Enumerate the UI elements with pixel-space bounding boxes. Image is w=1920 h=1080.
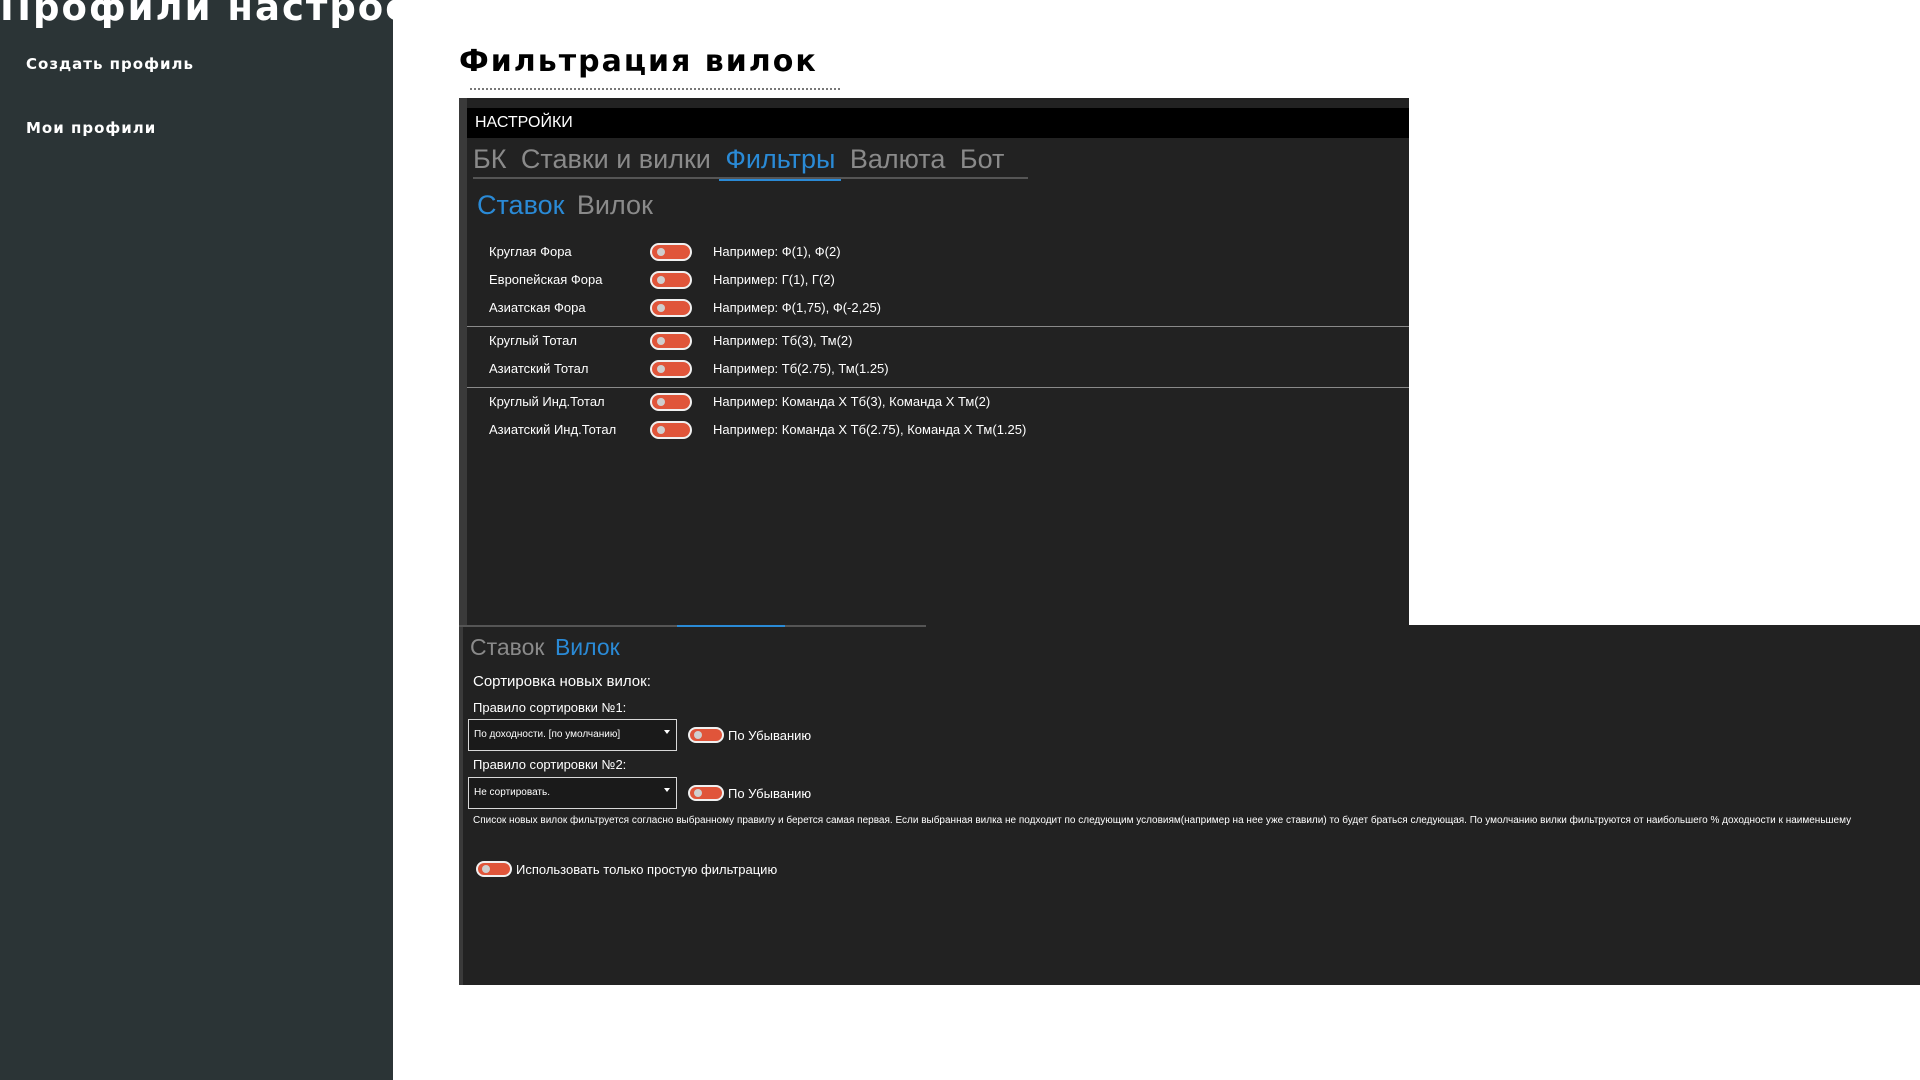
group-divider [467, 387, 1409, 388]
panel-edge [459, 625, 463, 985]
filter-toggle[interactable] [650, 299, 692, 317]
page-heading: Фильтрация вилок [459, 44, 818, 79]
filter-label: Круглый Тотал [489, 333, 577, 348]
subtab-stakes[interactable]: Ставок [477, 190, 564, 221]
tab-stakes-and-forks[interactable]: Ставки и вилки [521, 144, 711, 175]
subtab-forks[interactable]: Вилок [555, 634, 620, 661]
filter-toggle[interactable] [650, 421, 692, 439]
filter-subtabs: Ставок Вилок [477, 190, 661, 221]
rule1-select-value: По доходности. [по умолчанию] [474, 729, 621, 740]
panel-edge [459, 98, 467, 625]
rule2-toggle-label: По Убыванию [728, 786, 812, 801]
filter-example: Например: Команда Х Тб(2.75), Команда Х … [713, 422, 1027, 437]
filter-label: Азиатский Инд.Тотал [489, 422, 617, 437]
rule1-descending-toggle[interactable] [688, 727, 724, 743]
rule1-label: Правило сортировки №1: [473, 700, 627, 715]
filter-row: Азиатский Тотал Например: Тб(2.75), Тм(1… [489, 358, 1389, 382]
sort-heading: Сортировка новых вилок: [473, 673, 651, 690]
settings-screenshot-stakes: НАСТРОЙКИ БК Ставки и вилки Фильтры Валю… [459, 98, 1409, 625]
settings-screenshot-forks: Ставок Вилок Сортировка новых вилок: Пра… [459, 625, 1920, 985]
subtab-forks[interactable]: Вилок [577, 190, 653, 221]
filter-row: Европейская Фора Например: Г(1), Г(2) [489, 269, 1389, 293]
tab-bot[interactable]: Бот [960, 144, 1005, 175]
rule2-label: Правило сортировки №2: [473, 757, 627, 772]
filter-row: Круглый Инд.Тотал Например: Команда Х Тб… [489, 391, 1389, 415]
filter-label: Круглая Фора [489, 244, 572, 259]
filter-toggle[interactable] [650, 271, 692, 289]
filter-example: Например: Ф(1), Ф(2) [713, 244, 841, 259]
cropped-text-fragment [470, 88, 840, 96]
filter-toggle[interactable] [650, 243, 692, 261]
filter-toggle[interactable] [650, 393, 692, 411]
filter-row: Азиатская Фора Например: Ф(1,75), Ф(-2,2… [489, 297, 1389, 321]
group-divider [467, 326, 1409, 327]
rule2-select[interactable]: Не сортировать. [468, 777, 677, 809]
filter-example: Например: Тб(2.75), Тм(1.25) [713, 361, 889, 376]
sidebar-link-create-profile[interactable]: Создать профиль [26, 55, 194, 73]
simple-filter-label: Использовать только простую фильтрацию [516, 862, 778, 877]
tab-currency[interactable]: Валюта [850, 144, 946, 175]
filter-row: Круглая Фора Например: Ф(1), Ф(2) [489, 241, 1389, 265]
rule1-select[interactable]: По доходности. [по умолчанию] [468, 719, 677, 751]
filter-row: Круглый Тотал Например: Тб(3), Тм(2) [489, 330, 1389, 354]
filter-row: Азиатский Инд.Тотал Например: Команда Х … [489, 419, 1389, 443]
sort-description: Список новых вилок фильтруется согласно … [473, 815, 1852, 826]
filter-label: Европейская Фора [489, 272, 603, 287]
rule2-select-value: Не сортировать. [474, 787, 550, 798]
sidebar: Профили настроек Создать профиль Мои про… [0, 0, 437, 1080]
rule2-descending-toggle[interactable] [688, 785, 724, 801]
filter-example: Например: Тб(3), Тм(2) [713, 333, 853, 348]
sidebar-title: Профили настроек [0, 0, 440, 29]
settings-tabs: БК Ставки и вилки Фильтры Валюта Бот [473, 144, 1028, 181]
subtab-stakes[interactable]: Ставок [470, 634, 545, 661]
settings-title-bar: НАСТРОЙКИ [467, 108, 1409, 138]
filter-example: Например: Г(1), Г(2) [713, 272, 835, 287]
sidebar-link-my-profiles[interactable]: Мои профили [26, 119, 156, 137]
filter-label: Круглый Инд.Тотал [489, 394, 605, 409]
filter-toggle[interactable] [650, 332, 692, 350]
filter-toggle[interactable] [650, 360, 692, 378]
simple-filter-toggle[interactable] [476, 861, 512, 877]
tab-bk[interactable]: БК [473, 144, 506, 175]
active-tab-indicator [677, 625, 785, 627]
filter-label: Азиатская Фора [489, 300, 586, 315]
filter-subtabs: Ставок Вилок [470, 634, 626, 661]
chevron-down-icon [664, 788, 670, 792]
tab-filters[interactable]: Фильтры [719, 144, 842, 181]
filter-example: Например: Команда Х Тб(3), Команда Х Тм(… [713, 394, 991, 409]
chevron-down-icon [664, 730, 670, 734]
filter-example: Например: Ф(1,75), Ф(-2,25) [713, 300, 882, 315]
filter-label: Азиатский Тотал [489, 361, 589, 376]
rule1-toggle-label: По Убыванию [728, 728, 812, 743]
